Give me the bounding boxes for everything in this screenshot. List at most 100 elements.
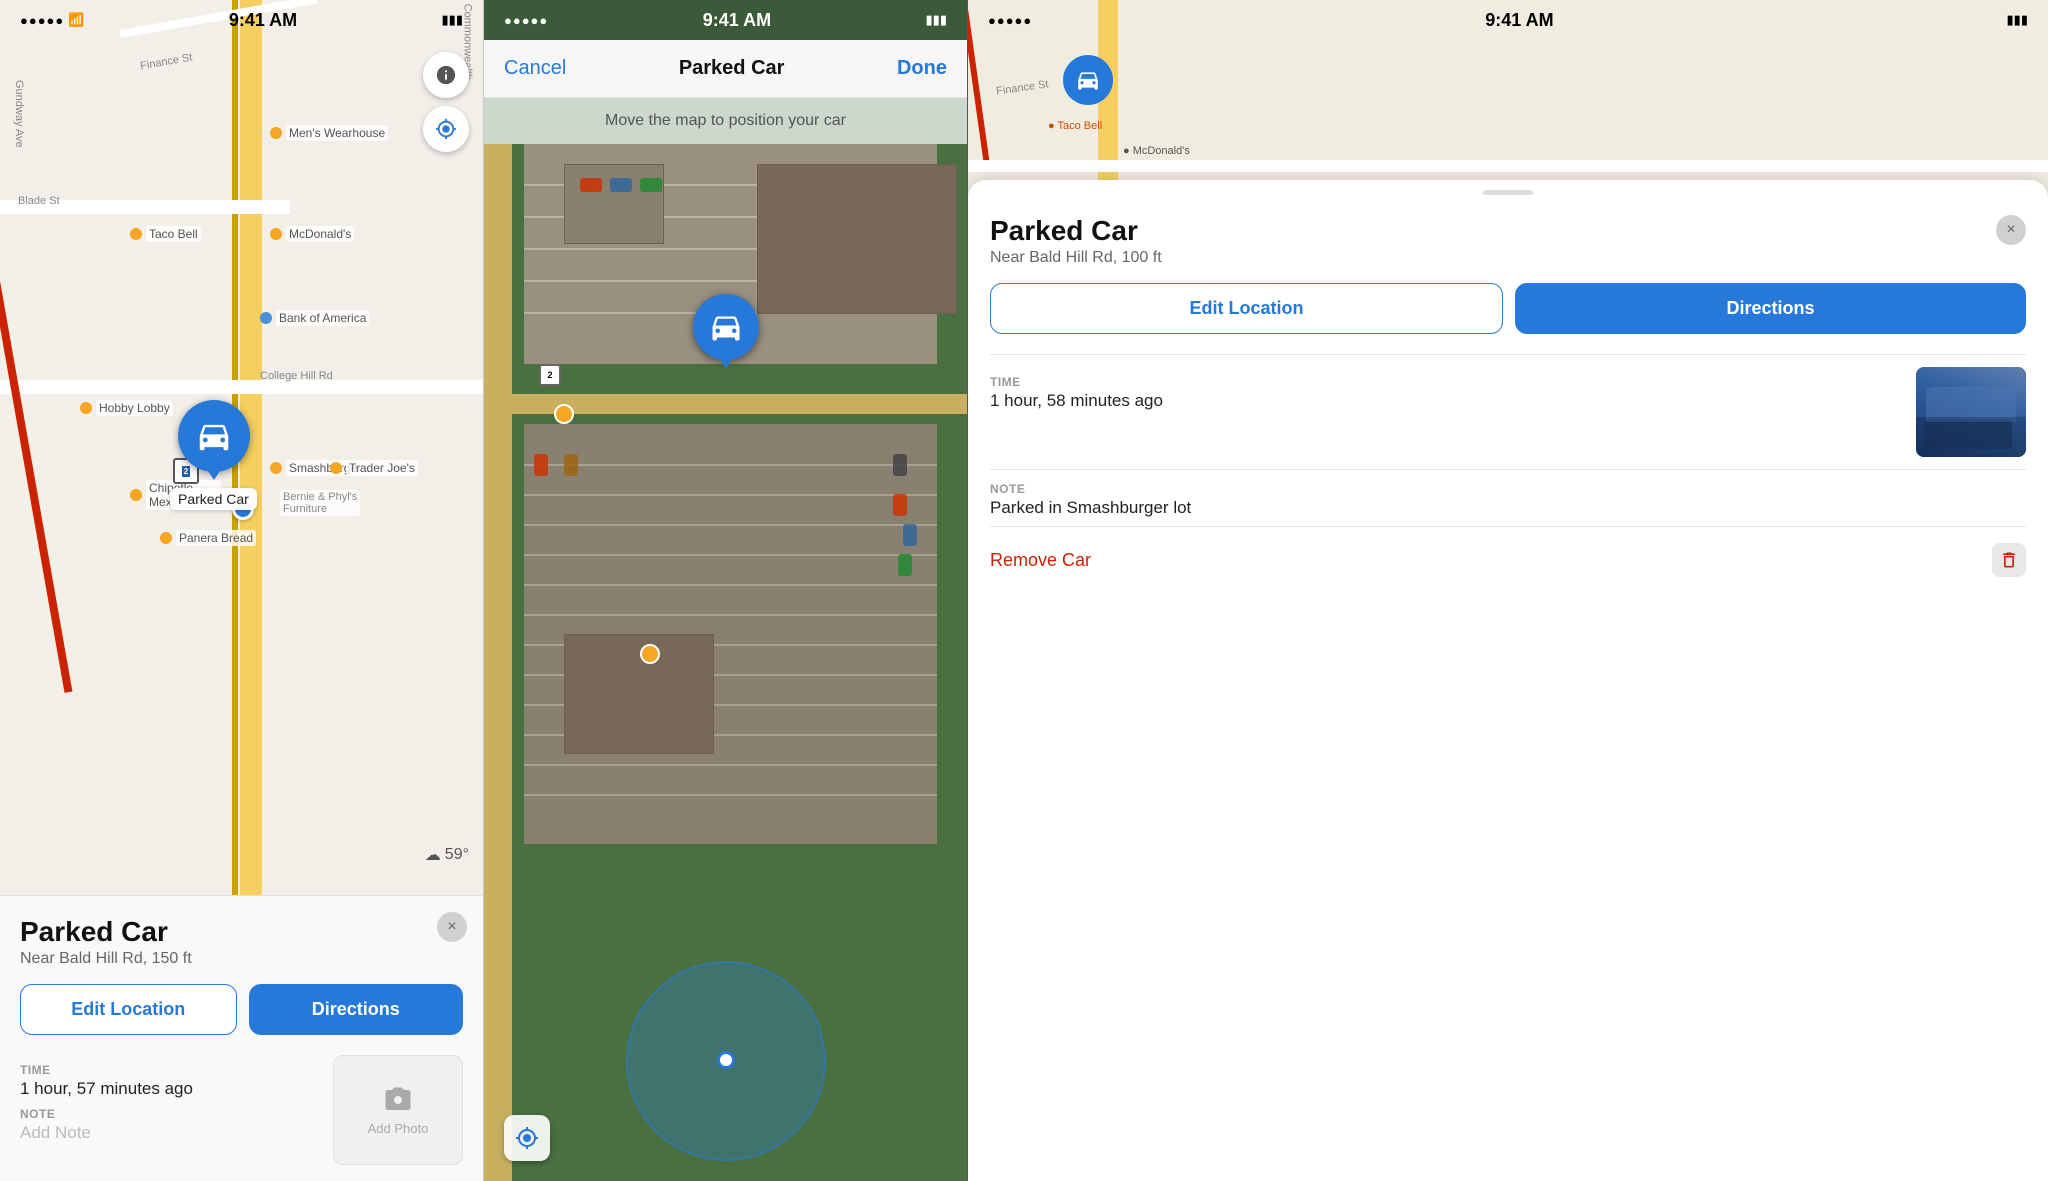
note-label-3: NOTE [990, 482, 2026, 496]
panel-aerial-map: ●●●●● 9:41 AM ▮▮▮ Cancel Parked Car Done… [484, 0, 968, 1181]
camera-icon [383, 1085, 413, 1115]
battery-area: ▮▮▮ [442, 12, 463, 28]
time-value-1: 1 hour, 57 minutes ago [20, 1079, 321, 1099]
card-info-text: TIME 1 hour, 57 minutes ago NOTE Add Not… [20, 1055, 321, 1143]
panel-detail: ●●●●● 9:41 AM ▮▮▮ Finance St ● Taco Bell… [968, 0, 2048, 1181]
small-car-2 [610, 178, 632, 192]
separator-2 [990, 469, 2026, 470]
car-marker-1[interactable] [178, 400, 250, 472]
note-value-1[interactable]: Add Note [20, 1123, 321, 1143]
small-car-3 [640, 178, 662, 192]
car-icon-1 [195, 417, 233, 455]
info-icon [435, 64, 457, 86]
note-section: NOTE Parked in Smashburger lot [990, 482, 2026, 518]
locate-icon-1 [435, 118, 457, 140]
card-subtitle-1: Near Bald Hill Rd, 150 ft [20, 950, 463, 968]
edit-location-button-1[interactable]: Edit Location [20, 984, 237, 1035]
detail-card-title: Parked Car [990, 215, 2026, 247]
aerial-building-3 [564, 634, 714, 754]
signal-area: ●●●●● 📶 [20, 12, 84, 28]
label-college-hill: College Hill Rd [260, 370, 333, 382]
aerial-road-main-v [484, 144, 512, 1181]
remove-car-label: Remove Car [990, 550, 1091, 571]
detail-card-content: × Parked Car Near Bald Hill Rd, 100 ft E… [968, 215, 2048, 615]
aerial-road-sign: 2 [539, 364, 561, 386]
parked-car-label: Parked Car [170, 488, 257, 510]
poi-panera: Panera Bread [160, 530, 256, 546]
time-section: TIME 1 hour, 58 minutes ago [990, 367, 1902, 411]
mini-car-icon [1075, 67, 1101, 93]
weather-badge: ☁ 59° [425, 845, 469, 865]
clock-1: 9:41 AM [229, 10, 297, 31]
close-button-1[interactable]: × [437, 912, 467, 942]
aerial-building-2 [564, 164, 664, 244]
close-button-3[interactable]: × [1996, 215, 2026, 245]
aerial-hint: Move the map to position your car [484, 98, 967, 144]
drag-handle [1483, 190, 1533, 195]
poi-bernie-phyls: Bernie & Phyl'sFurniture [280, 490, 360, 516]
small-car-6 [893, 454, 907, 476]
remove-car-row[interactable]: Remove Car [990, 526, 2026, 593]
time-value-3: 1 hour, 58 minutes ago [990, 391, 1902, 411]
aerial-top-bar: Cancel Parked Car Done [484, 40, 967, 98]
handle-area [968, 180, 2048, 215]
small-car-5 [564, 454, 578, 476]
time-label-3: TIME [990, 375, 1902, 389]
mini-road-h [968, 160, 2048, 172]
status-bar-2: ●●●●● 9:41 AM ▮▮▮ [484, 0, 967, 40]
edit-location-button-3[interactable]: Edit Location [990, 283, 1503, 334]
separator-1 [990, 354, 2026, 355]
time-photo-row: TIME 1 hour, 58 minutes ago [990, 367, 2026, 457]
small-car-9 [898, 554, 912, 576]
small-car-7 [893, 494, 907, 516]
detail-card-subtitle: Near Bald Hill Rd, 100 ft [990, 249, 2026, 267]
car-body-detail [1924, 419, 2012, 449]
status-bar-3: ●●●●● 9:41 AM ▮▮▮ [968, 0, 2048, 40]
mini-mcdonalds: ● McDonald's [1123, 145, 1190, 157]
car-photo[interactable] [1916, 367, 2026, 457]
done-button-aerial[interactable]: Done [897, 57, 947, 80]
signal-dots: ●●●●● [20, 13, 64, 28]
small-car-1 [580, 178, 602, 192]
poi-mcdonalds: McDonald's [270, 226, 354, 242]
card-title-1: Parked Car [20, 916, 463, 948]
label-finance-st: Finance St [139, 52, 193, 73]
poi-mens-wearhouse: Men's Wearhouse [270, 125, 388, 141]
panel-map-card: ●●●●● 📶 9:41 AM ▮▮▮ Finance St Blade St … [0, 0, 484, 1181]
poi-taco-bell: Taco Bell [130, 226, 201, 242]
clock-3: 9:41 AM [1485, 10, 1553, 31]
add-photo-button[interactable]: Add Photo [333, 1055, 463, 1165]
detail-card-p3: × Parked Car Near Bald Hill Rd, 100 ft E… [968, 180, 2048, 1181]
small-car-8 [903, 524, 917, 546]
locate-button-1[interactable] [423, 106, 469, 152]
directions-button-3[interactable]: Directions [1515, 283, 2026, 334]
info-button[interactable] [423, 52, 469, 98]
map-view-1[interactable]: Finance St Blade St College Hill Rd Gund… [0, 0, 483, 895]
locate-button-aerial[interactable] [504, 1115, 550, 1161]
aerial-title: Parked Car [679, 57, 785, 80]
mini-taco-bell: ● Taco Bell [1048, 120, 1102, 132]
car-roof [1926, 387, 2016, 422]
small-car-4 [534, 454, 548, 476]
road-college-hill [0, 380, 483, 394]
trash-icon-button[interactable] [1992, 543, 2026, 577]
label-blade: Blade St [18, 195, 60, 207]
signal-2: ●●●●● [504, 13, 548, 28]
battery-2: ▮▮▮ [926, 12, 947, 28]
mini-car-marker [1063, 55, 1113, 105]
cancel-button-aerial[interactable]: Cancel [504, 57, 566, 80]
locate-icon-aerial [515, 1126, 539, 1150]
aerial-poi-1 [554, 404, 574, 424]
bottom-card-1: × Parked Car Near Bald Hill Rd, 150 ft E… [0, 895, 483, 1181]
detail-card-actions: Edit Location Directions [990, 283, 2026, 334]
directions-button-1[interactable]: Directions [249, 984, 464, 1035]
battery-icon: ▮▮▮ [442, 12, 463, 28]
battery-3: ▮▮▮ [2007, 12, 2028, 28]
gps-dot [717, 1051, 735, 1069]
status-bar-1: ●●●●● 📶 9:41 AM ▮▮▮ [0, 0, 483, 40]
aerial-poi-2 [640, 644, 660, 664]
aerial-map-view[interactable]: 2 [484, 144, 967, 1181]
cloud-icon: ☁ [425, 845, 441, 865]
clock-2: 9:41 AM [703, 10, 771, 31]
note-label-1: NOTE [20, 1107, 321, 1121]
